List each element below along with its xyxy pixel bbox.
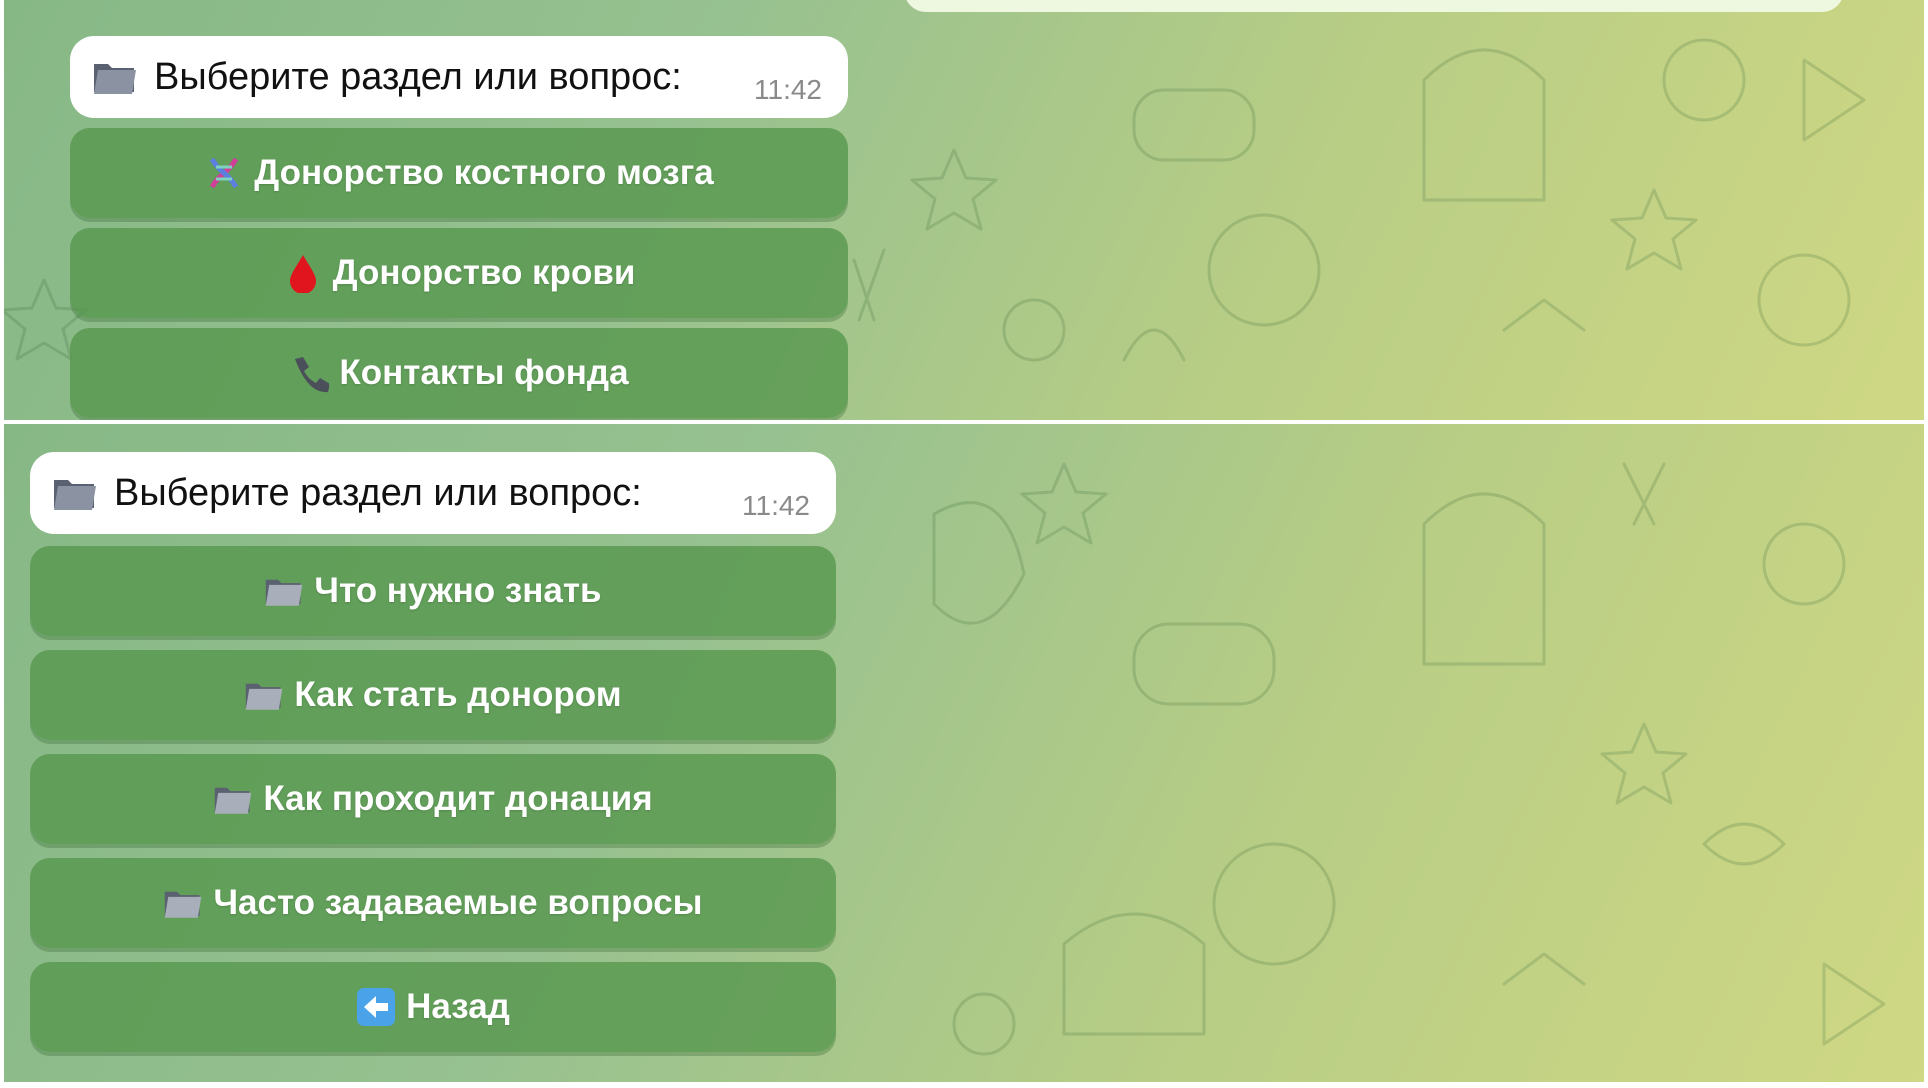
dna-icon [204, 153, 244, 193]
button-label: Часто задаваемые вопросы [213, 883, 703, 922]
folder-icon [52, 474, 98, 512]
message-time: 11:42 [754, 74, 822, 105]
inline-button-blood[interactable]: Донорство крови [70, 228, 848, 318]
folder-icon [213, 779, 253, 819]
chat-background-top: Выберите раздел или вопрос: 11:42 Донорс… [4, 0, 1924, 422]
folder-icon [264, 571, 304, 611]
button-label: Назад [406, 987, 510, 1026]
message-text: Выберите раздел или вопрос: [114, 471, 642, 514]
button-label: Как стать донором [294, 675, 622, 714]
button-label: Что нужно знать [314, 571, 602, 610]
previous-message-bubble-edge [904, 0, 1844, 12]
folder-icon [92, 58, 138, 96]
message-time: 11:42 [742, 490, 810, 521]
bot-message: Выберите раздел или вопрос: 11:42 [70, 36, 848, 118]
inline-button-back[interactable]: Назад [30, 962, 836, 1052]
back-arrow-icon [356, 987, 396, 1027]
chat-background-bottom: Выберите раздел или вопрос: 11:42 Что ну… [4, 424, 1924, 1082]
button-label: Контакты фонда [339, 353, 629, 392]
inline-button-faq[interactable]: Часто задаваемые вопросы [30, 858, 836, 948]
folder-icon [163, 883, 203, 923]
button-label: Донорство костного мозга [254, 153, 714, 192]
button-label: Как проходит донация [263, 779, 653, 818]
telephone-icon [289, 353, 330, 393]
folder-icon [244, 675, 284, 715]
bot-message: Выберите раздел или вопрос: 11:42 [30, 452, 836, 534]
message-text: Выберите раздел или вопрос: [154, 55, 682, 98]
button-label: Донорство крови [332, 253, 636, 292]
inline-button-what-to-know[interactable]: Что нужно знать [30, 546, 836, 636]
inline-button-contacts[interactable]: Контакты фонда [70, 328, 848, 418]
inline-button-become-donor[interactable]: Как стать донором [30, 650, 836, 740]
inline-button-donation-process[interactable]: Как проходит донация [30, 754, 836, 844]
blood-drop-icon [283, 253, 323, 293]
inline-button-bone-marrow[interactable]: Донорство костного мозга [70, 128, 848, 218]
